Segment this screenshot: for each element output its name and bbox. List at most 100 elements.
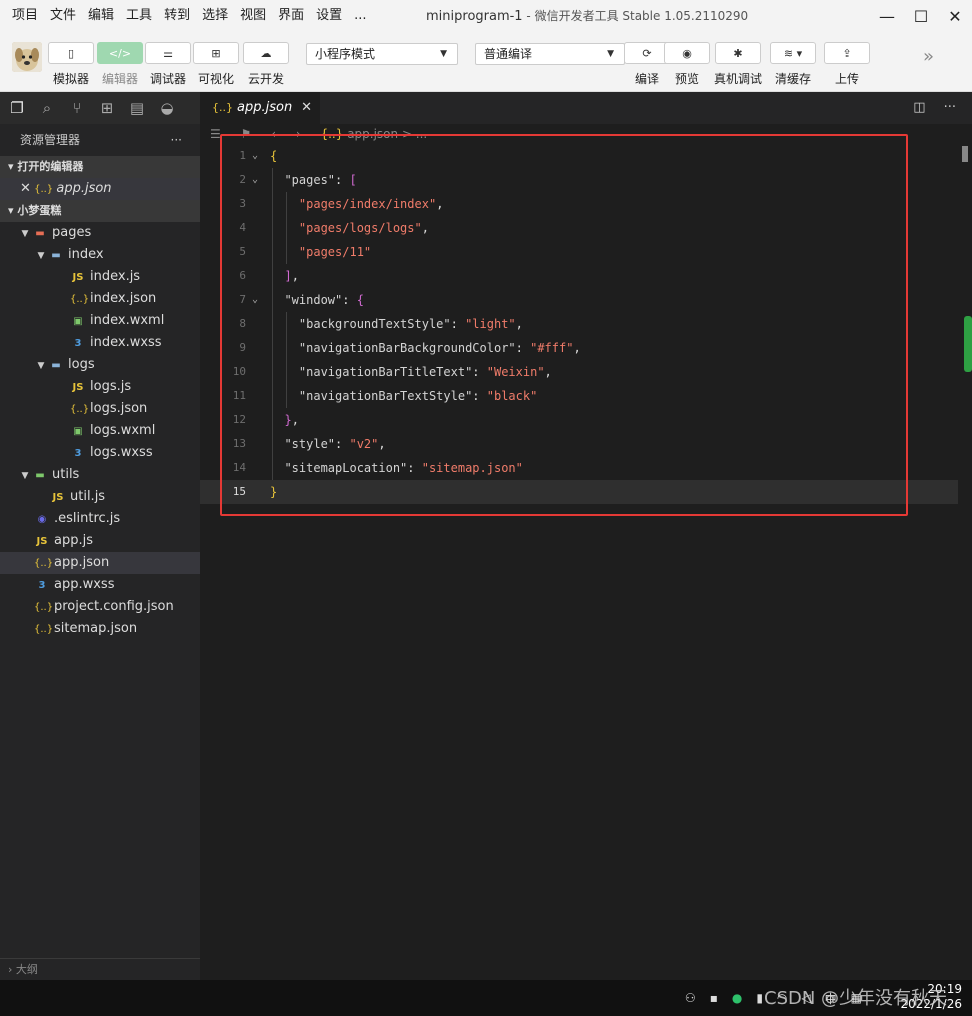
wechat-icon[interactable]: ● bbox=[732, 991, 742, 1005]
menu-bar: 项目 文件 编辑 工具 转到 选择 视图 界面 设置... bbox=[0, 0, 373, 32]
tree-item-label: index.wxml bbox=[90, 313, 165, 328]
explorer-sidebar: 资源管理器 ··· ▾ 打开的编辑器 ✕ {..} app.json ▾ 小梦蛋… bbox=[0, 124, 200, 980]
more-icon[interactable]: ··· bbox=[171, 124, 182, 156]
tree-item-label: index.json bbox=[90, 291, 157, 306]
real-debug-button[interactable]: ✱ 真机调试 bbox=[714, 42, 762, 87]
cloud-label: 云开发 bbox=[247, 72, 284, 86]
file-item[interactable]: {..}sitemap.json bbox=[0, 618, 200, 640]
menu-item[interactable]: ... bbox=[348, 0, 372, 32]
project-name: 小梦蛋糕 bbox=[17, 204, 62, 217]
debug-panel-icon[interactable]: ▤ bbox=[128, 99, 146, 117]
open-editors-label: 打开的编辑器 bbox=[17, 160, 84, 173]
simulator-label: 模拟器 bbox=[52, 72, 89, 86]
explorer-icon[interactable]: ❐ bbox=[8, 99, 26, 117]
file-item[interactable]: JS app.js bbox=[0, 530, 200, 552]
search-icon[interactable]: ⌕ bbox=[38, 99, 56, 117]
file-item[interactable]: ◉ .eslintrc.js bbox=[0, 508, 200, 530]
toolbar: ▯ 模拟器 </> 编辑器 ⚌ 调试器 ⊞ 可视化 ☁ 云开发 小程序模式 ▼ … bbox=[0, 32, 972, 92]
editor-button[interactable]: </> 编辑器 bbox=[97, 42, 143, 87]
tab-app-json[interactable]: {..} app.json ✕ bbox=[200, 92, 320, 124]
file-item[interactable]: {..}index.json bbox=[0, 288, 200, 310]
wxss-file-icon: 3 bbox=[74, 338, 82, 349]
more-icon[interactable]: ··· bbox=[944, 92, 956, 124]
clear-cache-button[interactable]: ≋ ▾ 清缓存 bbox=[770, 42, 816, 87]
split-editor-icon[interactable]: ◫ bbox=[913, 92, 925, 124]
avatar[interactable] bbox=[12, 42, 42, 72]
file-item[interactable]: {..}project.config.json bbox=[0, 596, 200, 618]
file-item[interactable]: 3 logs.wxss bbox=[0, 442, 200, 464]
source-control-icon[interactable]: ⑂ bbox=[68, 99, 86, 117]
menu-item[interactable]: 编辑 bbox=[82, 0, 120, 32]
preview-button[interactable]: ◉ 预览 bbox=[664, 42, 710, 87]
menu-item[interactable]: 设置 bbox=[310, 0, 348, 32]
code-icon: </> bbox=[97, 42, 143, 64]
json-file-icon: {..} bbox=[34, 602, 54, 613]
usb-icon[interactable]: ▮ bbox=[756, 991, 763, 1005]
js-file-icon: JS bbox=[52, 492, 64, 503]
eye-icon: ◉ bbox=[664, 42, 710, 64]
file-tree: ▼ ▬ pages ▼ ▬ index JS index.js {..}index.json ▣ i… bbox=[0, 222, 200, 640]
network-share-icon[interactable]: ▪ bbox=[710, 991, 718, 1005]
visual-button[interactable]: ⊞ 可视化 bbox=[193, 42, 239, 87]
mode-select[interactable]: 小程序模式 ▼ bbox=[306, 43, 458, 65]
project-section[interactable]: ▾ 小梦蛋糕 bbox=[0, 200, 200, 222]
chevron-down-icon[interactable]: ▼ bbox=[18, 223, 32, 245]
file-item[interactable]: {..}logs.json bbox=[0, 398, 200, 420]
close-icon[interactable]: ✕ bbox=[938, 0, 972, 32]
folder-item[interactable]: ▼ ▬ logs bbox=[0, 354, 200, 376]
menu-item[interactable]: 文件 bbox=[44, 0, 82, 32]
menu-item[interactable]: 项目 bbox=[6, 0, 44, 32]
file-item[interactable]: ▣ index.wxml bbox=[0, 310, 200, 332]
scrollbar-thumb[interactable] bbox=[962, 146, 968, 162]
tree-item-label: utils bbox=[52, 467, 80, 482]
menu-item[interactable]: 界面 bbox=[272, 0, 310, 32]
people-icon[interactable]: ⚇ bbox=[685, 991, 696, 1005]
file-item[interactable]: JS index.js bbox=[0, 266, 200, 288]
maximize-icon[interactable]: ☐ bbox=[904, 0, 938, 32]
file-item[interactable]: 3 index.wxss bbox=[0, 332, 200, 354]
chevron-down-icon[interactable]: ▼ bbox=[34, 245, 48, 267]
extensions-icon[interactable]: ⊞ bbox=[98, 99, 116, 117]
bug-icon: ✱ bbox=[715, 42, 761, 64]
chevron-right-icon: › bbox=[8, 963, 16, 976]
outline-section[interactable]: › 大纲 bbox=[0, 958, 200, 980]
menu-item[interactable]: 转到 bbox=[158, 0, 196, 32]
tree-item-label: index bbox=[68, 247, 104, 262]
file-item[interactable]: JS util.js bbox=[0, 486, 200, 508]
docker-icon[interactable]: ◒ bbox=[158, 99, 176, 117]
close-tab-icon[interactable]: ✕ bbox=[301, 92, 312, 124]
upload-label: 上传 bbox=[834, 72, 859, 86]
chevron-down-icon[interactable]: ▼ bbox=[18, 465, 32, 487]
simulator-button[interactable]: ▯ 模拟器 bbox=[48, 42, 94, 87]
folder-item[interactable]: ▼ ▬ index bbox=[0, 244, 200, 266]
file-item[interactable]: ▣ logs.wxml bbox=[0, 420, 200, 442]
cloud-button[interactable]: ☁ 云开发 bbox=[243, 42, 289, 87]
chevron-down-icon[interactable]: ▼ bbox=[34, 355, 48, 377]
title-bar: 项目 文件 编辑 工具 转到 选择 视图 界面 设置... miniprogram-1 - 微信… bbox=[0, 0, 972, 32]
editor-scrollbar[interactable] bbox=[958, 144, 972, 980]
compile-select[interactable]: 普通编译 ▼ bbox=[475, 43, 625, 65]
file-item[interactable]: 3 app.wxss bbox=[0, 574, 200, 596]
json-file-icon: {..} bbox=[34, 624, 54, 635]
file-item[interactable]: {..}app.json bbox=[0, 552, 200, 574]
wxml-file-icon: ▣ bbox=[73, 316, 83, 327]
file-item[interactable]: JS logs.js bbox=[0, 376, 200, 398]
json-file-icon: {..} bbox=[34, 558, 54, 569]
close-icon[interactable]: ✕ bbox=[20, 181, 31, 196]
upload-button[interactable]: ⇪ 上传 bbox=[824, 42, 870, 87]
debugger-button[interactable]: ⚌ 调试器 bbox=[145, 42, 191, 87]
open-editor-item[interactable]: ✕ {..} app.json bbox=[0, 178, 200, 200]
double-chevron-right-icon[interactable]: » bbox=[923, 46, 934, 67]
tree-item-label: logs.wxss bbox=[90, 445, 153, 460]
menu-item[interactable]: 选择 bbox=[196, 0, 234, 32]
editor-label: 编辑器 bbox=[101, 72, 138, 86]
folder-item[interactable]: ▼ ▬ pages bbox=[0, 222, 200, 244]
tab-actions: ◫ ··· bbox=[913, 92, 956, 124]
json-file-icon: {..} bbox=[70, 404, 90, 415]
minimize-icon[interactable]: — bbox=[870, 0, 904, 32]
menu-item[interactable]: 工具 bbox=[120, 0, 158, 32]
open-editors-section[interactable]: ▾ 打开的编辑器 bbox=[0, 156, 200, 178]
menu-item[interactable]: 视图 bbox=[234, 0, 272, 32]
window-title: miniprogram-1 - 微信开发者工具 Stable 1.05.2110… bbox=[426, 0, 748, 33]
folder-item[interactable]: ▼ ▬ utils bbox=[0, 464, 200, 486]
